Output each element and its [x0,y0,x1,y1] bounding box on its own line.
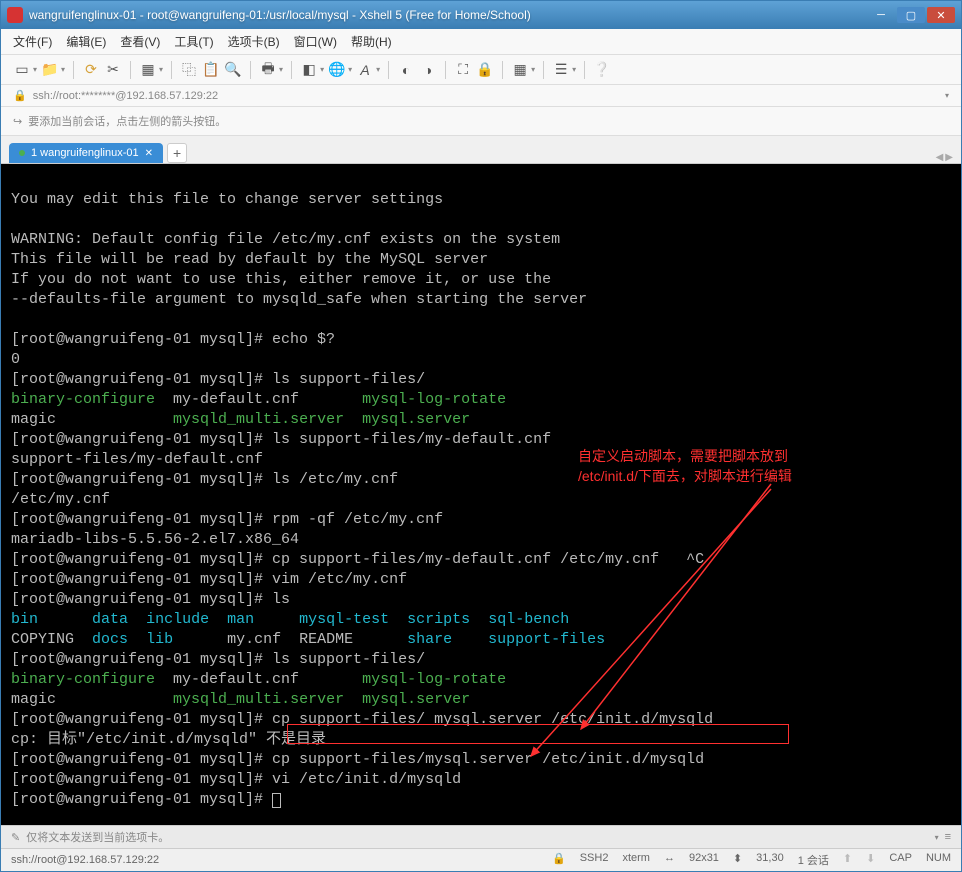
tab-label: 1 wangruifenglinux-01 [31,147,139,159]
send-icon[interactable]: ✎ [11,831,20,844]
annotation-text: 自定义启动脚本，需要把脚本放到 /etc/init.d/下面去，对脚本进行编辑 [578,446,792,486]
send-dropdown[interactable]: ▾ [935,833,939,842]
address-bar: 🔒 ssh://root:********@192.168.57.129:22 … [1,85,961,107]
help-icon[interactable]: ❔ [593,61,611,79]
status-cap: CAP [889,852,912,868]
address-dropdown[interactable]: ▾ [945,91,949,100]
status-pos-icon: ⬍ [733,852,742,868]
copy-icon[interactable]: ⿻ [180,61,198,79]
disconnect-icon[interactable]: ✂ [104,61,122,79]
reconnect-icon[interactable]: ⟳ [82,61,100,79]
tile-icon[interactable]: ▦ [511,61,529,79]
terminal[interactable]: You may edit this file to change server … [1,164,961,825]
status-down-icon[interactable]: ⬇ [866,852,875,868]
info-text: 要添加当前会话，点击左侧的箭头按钮。 [28,113,226,129]
fullscreen-icon[interactable]: ⛶ [454,61,472,79]
status-connection: ssh://root@192.168.57.129:22 [11,854,159,866]
status-sessions: 1 会话 [798,852,829,868]
lock-small-icon: 🔒 [13,89,27,102]
status-size: 92x31 [689,852,719,868]
close-button[interactable]: ✕ [927,7,955,23]
tab-bar: 1 wangruifenglinux-01 ✕ + ◀ ▶ [1,136,961,164]
font-icon[interactable]: A [356,61,374,79]
maximize-button[interactable]: ▢ [897,7,925,23]
status-pos: 31,30 [756,852,784,868]
properties-icon[interactable]: ▦ [139,61,157,79]
menu-tools[interactable]: 工具(T) [174,33,213,50]
status-term: xterm [622,852,650,868]
status-up-icon[interactable]: ⬆ [843,852,852,868]
add-session-icon[interactable]: ↪ [13,115,22,128]
window-title: wangruifenglinux-01 - root@wangruifeng-0… [29,8,867,22]
menu-tabs[interactable]: 选项卡(B) [228,33,280,50]
toolbar: ▭▾ 📁▾ ⟳ ✂ ▦▾ ⿻ 📋 🔍 🖶▾ ◧▾ 🌐▾ A▾ ◐ ◑ ⛶ 🔒 ▦… [1,55,961,85]
menu-file[interactable]: 文件(F) [13,33,52,50]
app-icon [7,7,23,23]
new-tab-button[interactable]: + [167,143,187,163]
layout-icon[interactable]: ☰ [552,61,570,79]
cursor [272,793,281,808]
color-icon[interactable]: ◧ [300,61,318,79]
menu-window[interactable]: 窗口(W) [294,33,337,50]
open-icon[interactable]: 📁 [41,61,59,79]
highlight-box [287,724,789,744]
status-dot-icon [19,150,25,156]
address-text[interactable]: ssh://root:********@192.168.57.129:22 [33,90,941,102]
tab-prev-icon[interactable]: ◀ [936,152,944,163]
status-ssh: SSH2 [580,852,609,868]
status-num: NUM [926,852,951,868]
tool2-icon[interactable]: ◑ [419,61,437,79]
find-icon[interactable]: 🔍 [224,61,242,79]
new-session-icon[interactable]: ▭ [13,61,31,79]
menu-edit[interactable]: 编辑(E) [66,33,106,50]
titlebar: wangruifenglinux-01 - root@wangruifeng-0… [1,1,961,29]
session-tab[interactable]: 1 wangruifenglinux-01 ✕ [9,143,163,163]
status-lock-icon: 🔒 [552,852,566,868]
status-size-icon: ↔ [664,852,675,868]
send-input-bar: ✎ 仅将文本发送到当前选项卡。 ▾ ≡ [1,825,961,848]
menubar: 文件(F) 编辑(E) 查看(V) 工具(T) 选项卡(B) 窗口(W) 帮助(… [1,29,961,55]
menu-view[interactable]: 查看(V) [120,33,160,50]
send-menu-icon[interactable]: ≡ [945,831,951,843]
menu-help[interactable]: 帮助(H) [351,33,392,50]
status-bar: ssh://root@192.168.57.129:22 🔒 SSH2 xter… [1,848,961,871]
tab-close-icon[interactable]: ✕ [145,148,153,159]
tool1-icon[interactable]: ◐ [397,61,415,79]
minimize-button[interactable]: ─ [867,7,895,23]
lock-icon[interactable]: 🔒 [476,61,494,79]
print-icon[interactable]: 🖶 [259,61,277,79]
tab-next-icon[interactable]: ▶ [945,152,953,163]
paste-icon[interactable]: 📋 [202,61,220,79]
info-bar: ↪ 要添加当前会话，点击左侧的箭头按钮。 [1,107,961,136]
globe-icon[interactable]: 🌐 [328,61,346,79]
send-text[interactable]: 仅将文本发送到当前选项卡。 [26,829,930,845]
